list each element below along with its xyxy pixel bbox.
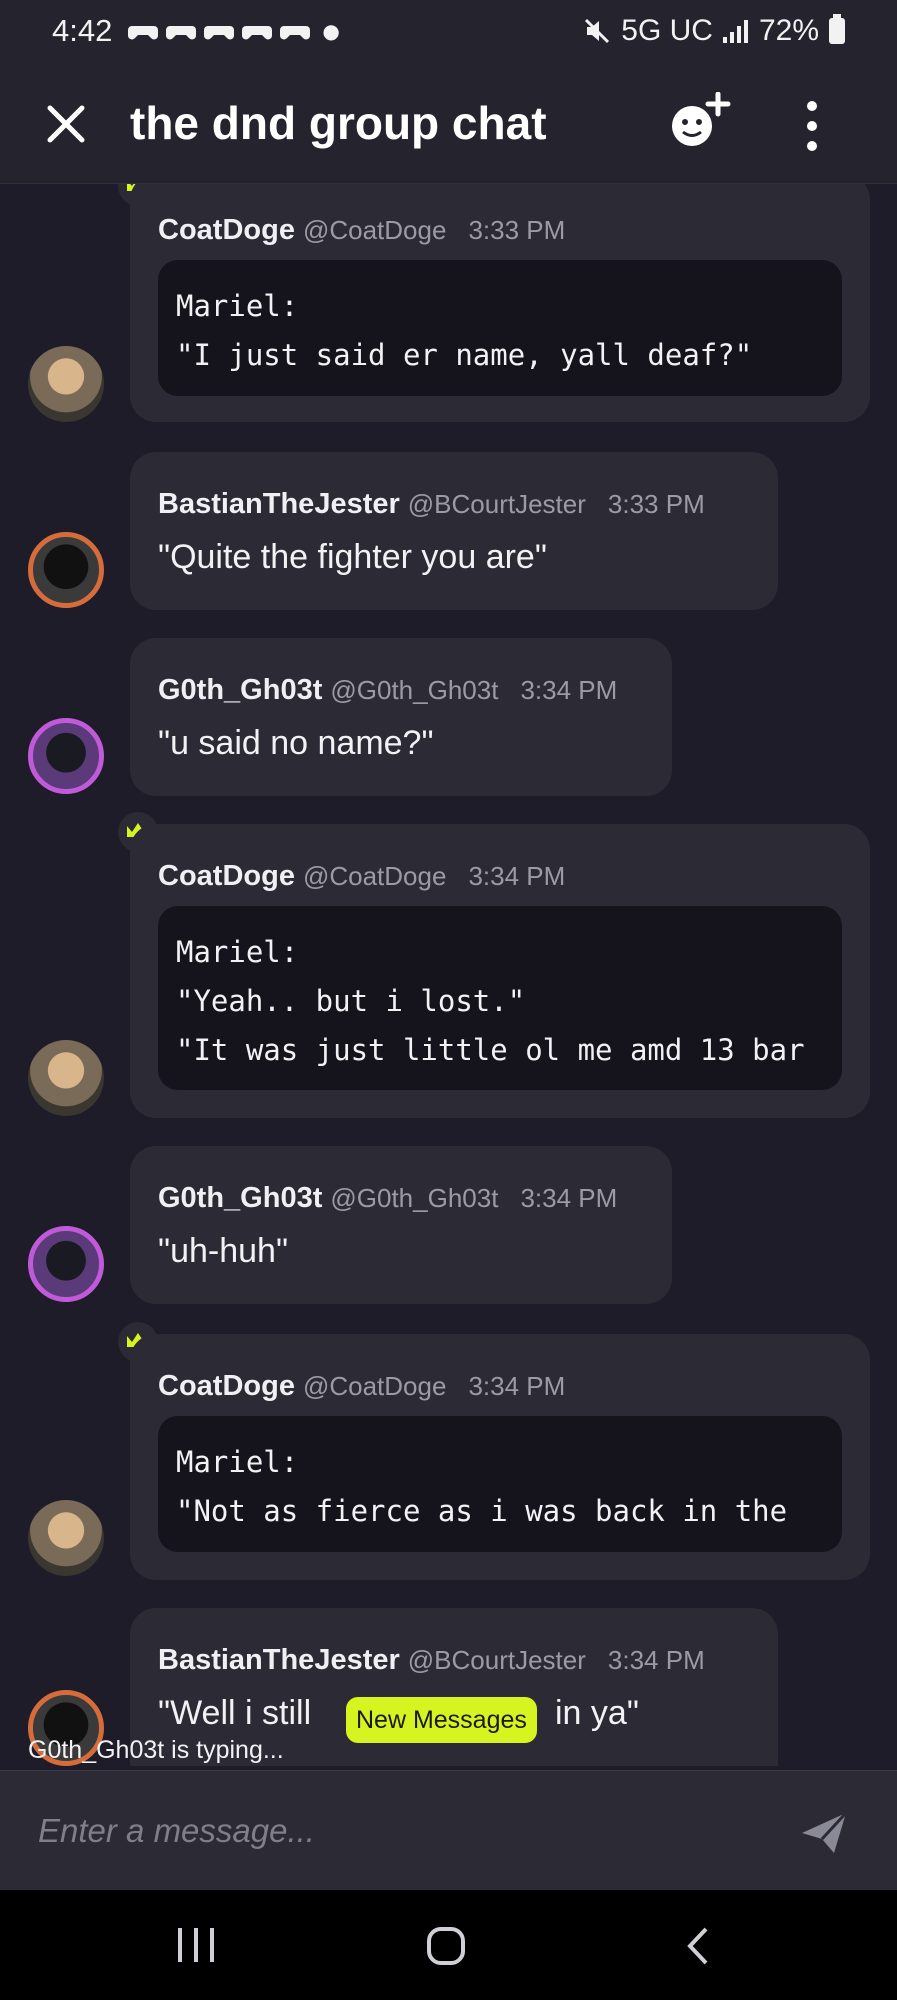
mute-icon xyxy=(585,18,610,44)
code-block: Mariel: "Not as fierce as i was back in t… xyxy=(158,1416,842,1552)
avatar[interactable] xyxy=(28,532,104,608)
message-header: BastianTheJester @BCourtJester 3:34 PM xyxy=(158,1644,705,1677)
more-options-icon[interactable] xyxy=(796,98,828,154)
message-composer xyxy=(0,1770,897,1890)
message-time: 3:33 PM xyxy=(607,489,705,519)
author-name[interactable]: CoatDoge xyxy=(158,1370,295,1402)
network-label: 5G UC xyxy=(621,14,713,47)
message-header: CoatDoge @CoatDoge 3:34 PM xyxy=(158,860,565,893)
code-line: Mariel: xyxy=(176,935,299,969)
code-line: "Yeah.. but i lost." xyxy=(176,984,526,1018)
author-handle: @CoatDoge xyxy=(302,1371,447,1401)
message-input[interactable] xyxy=(38,1803,758,1859)
message-header: CoatDoge @CoatDoge 3:33 PM xyxy=(158,214,565,247)
status-bar: 4:42 ● 5G UC 72% xyxy=(0,0,897,62)
status-right: 5G UC 72% xyxy=(583,14,845,48)
message-text: "u said no name?" xyxy=(158,724,434,762)
author-name[interactable]: G0th_Gh03t xyxy=(158,674,322,706)
message-time: 3:33 PM xyxy=(468,215,566,245)
avatar[interactable] xyxy=(28,718,104,794)
recent-apps-icon[interactable] xyxy=(176,1926,216,1964)
message-time: 3:34 PM xyxy=(520,675,618,705)
author-handle: @BCourtJester xyxy=(407,1645,586,1675)
message-text-tail: in ya" xyxy=(555,1694,639,1732)
message-header: G0th_Gh03t @G0th_Gh03t 3:34 PM xyxy=(158,674,617,707)
message-header: BastianTheJester @BCourtJester 3:33 PM xyxy=(158,488,705,521)
typing-indicator: G0th_Gh03t is typing... xyxy=(28,1736,284,1764)
back-icon[interactable] xyxy=(684,1926,712,1966)
author-handle: @CoatDoge xyxy=(302,861,447,891)
message-list[interactable]: CoatDoge @CoatDoge 3:33 PM Mariel: "I just … xyxy=(0,184,897,1766)
author-name[interactable]: G0th_Gh03t xyxy=(158,1182,322,1214)
battery-icon xyxy=(829,14,845,44)
code-line: Mariel: xyxy=(176,1445,299,1479)
game-controller-icon xyxy=(242,26,273,40)
game-controller-icon xyxy=(166,26,197,40)
avatar[interactable] xyxy=(28,346,104,422)
close-icon[interactable] xyxy=(40,98,92,150)
author-name[interactable]: CoatDoge xyxy=(158,860,295,892)
game-controller-icon xyxy=(128,26,159,40)
game-controller-icon xyxy=(280,26,311,40)
message-header: G0th_Gh03t @G0th_Gh03t 3:34 PM xyxy=(158,1182,617,1215)
code-line: Mariel: xyxy=(176,289,299,323)
message-bubble[interactable]: CoatDoge @CoatDoge 3:34 PM Mariel: "Not as … xyxy=(130,1334,870,1580)
code-block: Mariel: "Yeah.. but i lost." "It was just … xyxy=(158,906,842,1090)
author-handle: @G0th_Gh03t xyxy=(330,675,499,705)
more-notifications-dot: ● xyxy=(322,19,340,43)
message-time: 3:34 PM xyxy=(468,861,566,891)
add-member-icon[interactable] xyxy=(666,92,732,152)
author-handle: @CoatDoge xyxy=(302,215,447,245)
signal-icon xyxy=(722,20,748,43)
author-name[interactable]: CoatDoge xyxy=(158,214,295,246)
new-messages-pill[interactable]: New Messages xyxy=(346,1697,537,1743)
game-controller-icon xyxy=(204,26,235,40)
home-icon[interactable] xyxy=(426,1926,466,1966)
message-bubble[interactable]: CoatDoge @CoatDoge 3:33 PM Mariel: "I just … xyxy=(130,184,870,422)
author-name[interactable]: BastianTheJester xyxy=(158,488,400,520)
code-line: "Not as fierce as i was back in the xyxy=(176,1494,788,1528)
send-icon[interactable] xyxy=(800,1811,848,1855)
message-text: "uh-huh" xyxy=(158,1232,289,1270)
status-time: 4:42 xyxy=(52,13,113,48)
message-bubble[interactable]: G0th_Gh03t @G0th_Gh03t 3:34 PM "u said no … xyxy=(130,638,672,796)
avatar[interactable] xyxy=(28,1500,104,1576)
author-handle: @G0th_Gh03t xyxy=(330,1183,499,1213)
message-bubble[interactable]: G0th_Gh03t @G0th_Gh03t 3:34 PM "uh-huh" xyxy=(130,1146,672,1304)
battery-percent: 72% xyxy=(758,14,819,47)
author-name[interactable]: BastianTheJester xyxy=(158,1644,400,1676)
page-title: the dnd group chat xyxy=(130,97,547,149)
message-time: 3:34 PM xyxy=(520,1183,618,1213)
notification-icons xyxy=(128,20,311,42)
message-time: 3:34 PM xyxy=(468,1371,566,1401)
code-block: Mariel: "I just said er name, yall deaf?" xyxy=(158,260,842,396)
message-header: CoatDoge @CoatDoge 3:34 PM xyxy=(158,1370,565,1403)
message-text: "Quite the fighter you are" xyxy=(158,538,547,576)
message-bubble[interactable]: BastianTheJester @BCourtJester 3:33 PM "Qu… xyxy=(130,452,778,610)
message-time: 3:34 PM xyxy=(607,1645,705,1675)
avatar[interactable] xyxy=(28,1040,104,1116)
code-line: "I just said er name, yall deaf?" xyxy=(176,338,753,372)
code-line: "It was just little ol me amd 13 bar xyxy=(176,1033,805,1067)
system-nav-bar xyxy=(0,1890,897,2000)
avatar[interactable] xyxy=(28,1226,104,1302)
message-bubble[interactable]: CoatDoge @CoatDoge 3:34 PM Mariel: "Yeah.. … xyxy=(130,824,870,1118)
message-text: "Well i still xyxy=(158,1694,312,1732)
chat-header: the dnd group chat xyxy=(0,62,897,184)
author-handle: @BCourtJester xyxy=(407,489,586,519)
